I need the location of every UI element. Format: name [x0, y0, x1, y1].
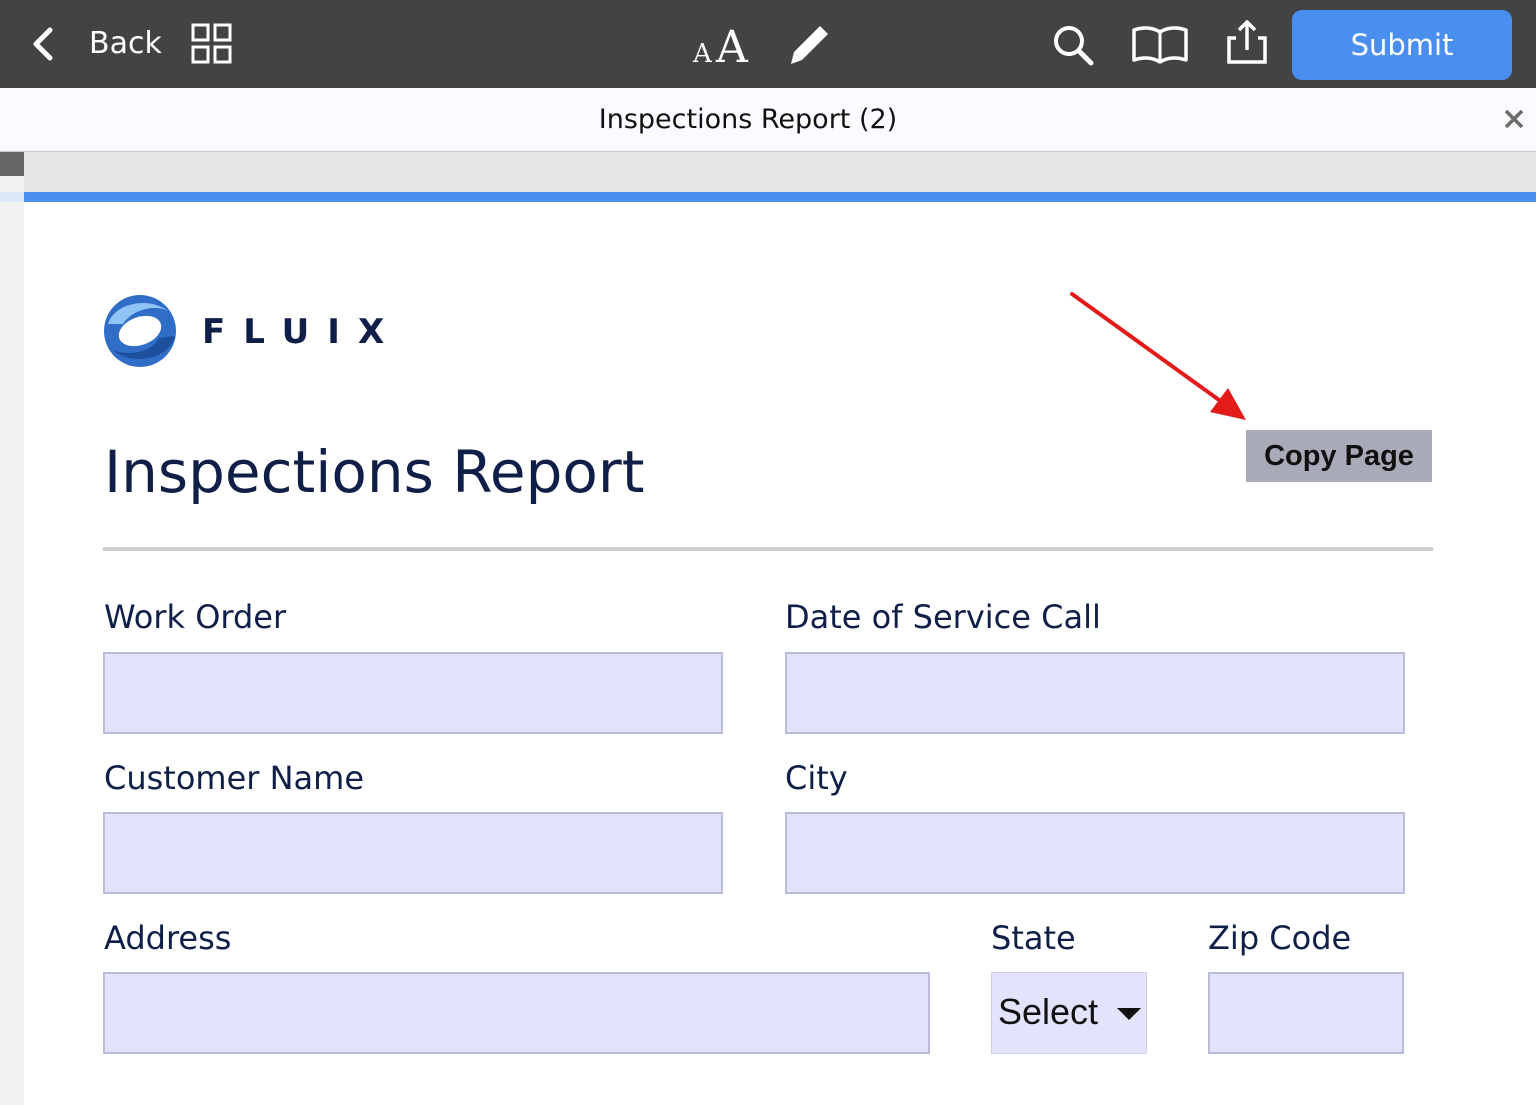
page-accent-bar — [24, 192, 1536, 202]
logo-wordmark: FLUIX — [202, 312, 403, 352]
copy-page-button[interactable]: Copy Page — [1246, 430, 1432, 482]
page-header-strip — [24, 152, 1536, 192]
work-order-field[interactable] — [103, 652, 723, 734]
customer-name-field[interactable] — [103, 812, 723, 894]
page-thumbnail-rail[interactable] — [0, 152, 24, 1105]
state-label: State — [991, 919, 1076, 957]
city-label: City — [785, 759, 848, 797]
book-icon[interactable] — [1130, 24, 1190, 66]
chevron-left-icon[interactable] — [26, 22, 66, 66]
date-of-service-call-label: Date of Service Call — [785, 598, 1101, 636]
state-select-value: Select — [998, 991, 1099, 1032]
section-divider — [103, 547, 1433, 551]
search-icon[interactable] — [1050, 22, 1096, 68]
form-title: Inspections Report — [104, 438, 645, 506]
date-of-service-call-field[interactable] — [785, 652, 1405, 734]
customer-name-label: Customer Name — [104, 759, 365, 797]
document-title: Inspections Report (2) — [598, 104, 898, 135]
red-arrow-annotation — [1070, 292, 1246, 420]
close-icon[interactable] — [1500, 104, 1528, 134]
share-icon[interactable] — [1224, 18, 1270, 66]
document-title-bar: Inspections Report (2) — [0, 88, 1536, 152]
zip-code-label: Zip Code — [1208, 919, 1352, 957]
caret-down-icon — [1117, 1008, 1141, 1020]
state-select[interactable]: Select — [991, 972, 1147, 1054]
svg-text:A: A — [692, 39, 713, 68]
page-thumbnail-handle[interactable] — [0, 152, 24, 176]
svg-text:A: A — [715, 22, 749, 68]
zip-code-field[interactable] — [1208, 972, 1404, 1054]
address-field[interactable] — [103, 972, 930, 1054]
text-size-icon[interactable]: A A — [690, 20, 758, 68]
submit-button[interactable]: Submit — [1292, 10, 1512, 80]
page-thumbnail-indicator — [0, 192, 24, 202]
address-label: Address — [104, 919, 232, 957]
fluix-logo-icon — [104, 295, 176, 367]
work-order-label: Work Order — [104, 598, 287, 636]
back-button[interactable]: Back — [89, 26, 162, 61]
pen-icon[interactable] — [786, 22, 834, 66]
city-field[interactable] — [785, 812, 1405, 894]
grid-icon[interactable] — [190, 22, 234, 66]
